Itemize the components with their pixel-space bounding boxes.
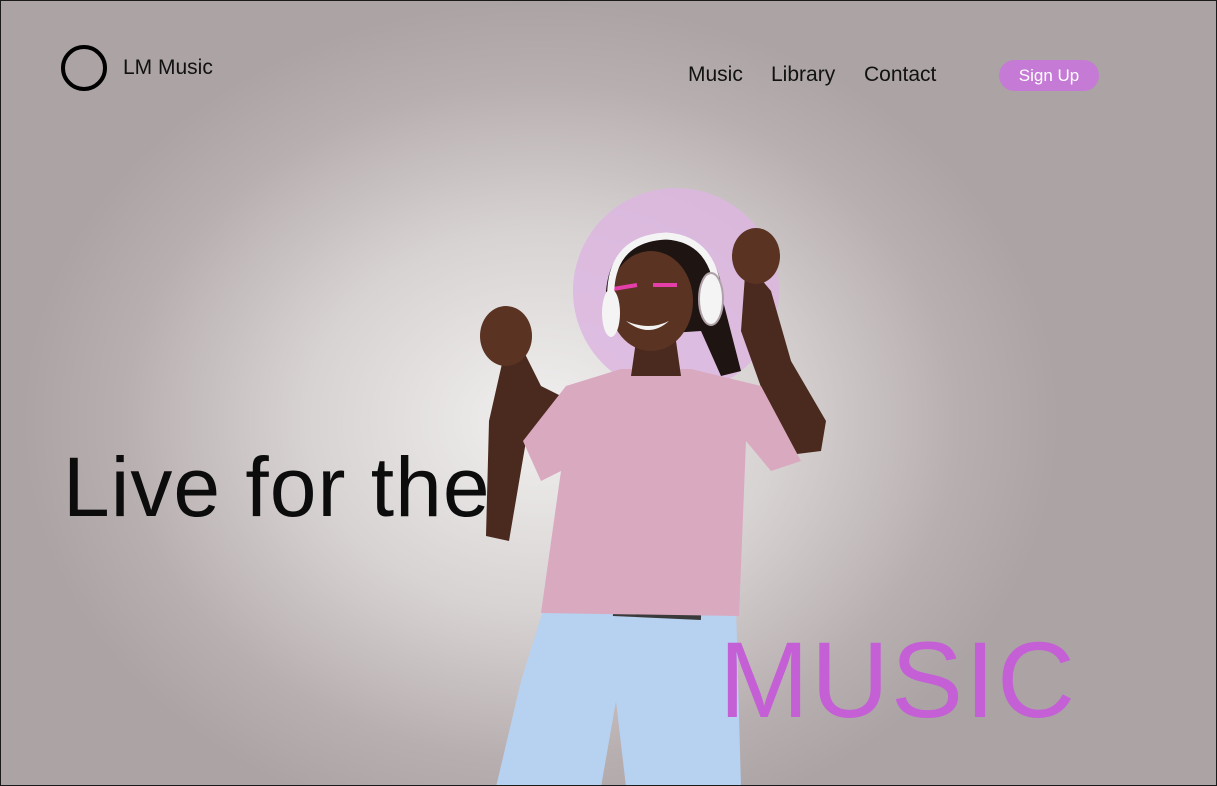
- hero-accent-word: MUSIC: [719, 619, 1077, 740]
- jeans: [496, 601, 741, 785]
- landing-page: LM Music Music Library Contact Sign Up L…: [0, 0, 1217, 786]
- headphone-left-cup: [602, 289, 620, 337]
- pink-shirt: [523, 369, 801, 616]
- right-fist: [732, 228, 780, 284]
- hero-headline: Live for the: [63, 440, 491, 534]
- headphone-right-cup: [698, 272, 724, 326]
- face: [609, 251, 693, 351]
- left-fist: [480, 306, 532, 366]
